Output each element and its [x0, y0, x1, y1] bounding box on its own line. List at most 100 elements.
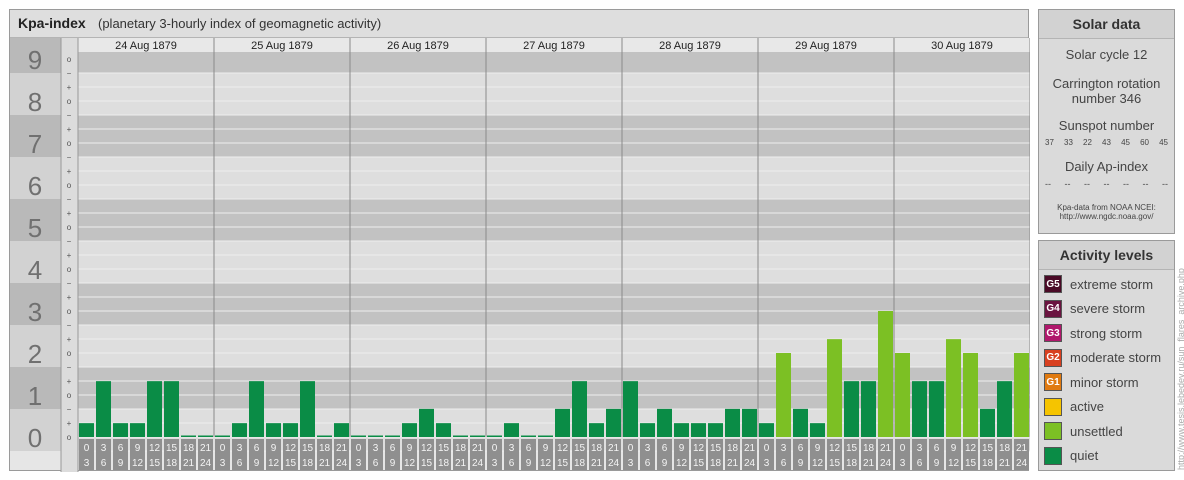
slot-label-end: 12 [948, 458, 960, 469]
slot-label-end: 15 [693, 458, 705, 469]
kp-bar [844, 381, 859, 437]
slot-label-end: 24 [744, 458, 756, 469]
ap-value: -- [1123, 179, 1129, 189]
slot-label-end: 12 [812, 458, 824, 469]
slot-label-end: 9 [118, 458, 124, 469]
slot-label-end: 6 [101, 458, 107, 469]
slot-label-end: 3 [900, 458, 906, 469]
slot-label-start: 18 [591, 443, 603, 454]
slot-label-end: 6 [509, 458, 515, 469]
slot-label-end: 21 [999, 458, 1011, 469]
activity-level-swatch [1044, 446, 1062, 465]
kp-bar [878, 311, 893, 437]
source-line1: Kpa-data from NOAA NCEI: [1057, 203, 1156, 212]
kp-bar [861, 381, 876, 437]
y-tick-label: 7 [28, 129, 42, 159]
kp-bar [810, 423, 825, 437]
slot-label-start: 15 [438, 443, 450, 454]
kp-bar [657, 408, 672, 437]
chart-title: Kpa-index [18, 15, 86, 31]
slot-label-start: 12 [421, 443, 433, 454]
slot-label-start: 21 [608, 443, 620, 454]
slot-label-start: 18 [319, 443, 331, 454]
slot-label-end: 12 [676, 458, 688, 469]
activity-level-swatch: G1 [1044, 373, 1062, 391]
slot-label-start: 15 [574, 443, 586, 454]
slot-label-end: 18 [846, 458, 858, 469]
kp-bar [283, 423, 298, 437]
slot-label-start: 18 [455, 443, 467, 454]
kp-bar [334, 423, 349, 437]
kp-bar [504, 423, 519, 437]
sunspot-label: Sunspot number [1058, 118, 1155, 133]
plot-band [78, 115, 1030, 157]
minor-tick-label: − [67, 153, 72, 162]
plot-band [78, 157, 1030, 199]
activity-levels-panel: Activity levels G5 extreme storm G4 severe … [1038, 240, 1175, 471]
slot-label-start: 15 [302, 443, 314, 454]
kp-bar [351, 435, 366, 437]
slot-label-start: 15 [846, 443, 858, 454]
minor-tick-label: o [67, 97, 72, 106]
activity-level-swatch: G2 [1044, 348, 1062, 367]
kp-bar [742, 408, 757, 437]
sunspot-value: 37 [1045, 138, 1054, 147]
kp-bar [793, 408, 808, 437]
activity-level-label: quiet [1070, 448, 1099, 463]
activity-level-swatch: G5 [1044, 275, 1062, 293]
sunspot-value: 45 [1159, 138, 1168, 147]
slot-label-end: 15 [965, 458, 977, 469]
slot-label-end: 9 [798, 458, 804, 469]
slot-label-end: 12 [540, 458, 552, 469]
source-link[interactable]: http://www.ngdc.noaa.gov/ [1039, 212, 1174, 221]
kp-bar [266, 423, 281, 437]
minor-tick-label: + [67, 377, 72, 386]
ap-value: -- [1064, 179, 1071, 189]
slot-label-end: 15 [421, 458, 433, 469]
slot-label-start: 21 [744, 443, 756, 454]
plot-band [78, 73, 1030, 115]
slot-label-start: 6 [662, 443, 668, 454]
solar-cycle: Solar cycle 12 [1065, 47, 1148, 62]
slot-label-start: 18 [999, 443, 1011, 454]
slot-label-start: 9 [271, 443, 277, 454]
day-label: 29 Aug 1879 [795, 40, 857, 52]
kp-bar [691, 423, 706, 437]
carrington-line2: number 346 [1071, 91, 1142, 106]
activity-levels-heading: Activity levels [1039, 241, 1174, 270]
plot-band [78, 199, 1030, 241]
kp-bar [215, 435, 230, 437]
kp-bar [980, 408, 995, 437]
slot-label-start: 12 [149, 443, 161, 454]
activity-level-swatch [1044, 397, 1062, 416]
activity-level-item: G4 severe storm [1044, 299, 1145, 319]
slot-label-start: 0 [492, 443, 498, 454]
kp-bar [453, 435, 468, 437]
minor-tick-label: o [67, 433, 72, 442]
kp-bar [895, 353, 910, 437]
kp-bar [912, 381, 927, 437]
activity-level-item: G3 strong storm [1044, 323, 1142, 343]
slot-label-start: 9 [135, 443, 141, 454]
slot-label-end: 21 [591, 458, 603, 469]
day-label: 30 Aug 1879 [931, 40, 993, 52]
slot-label-start: 6 [390, 443, 396, 454]
slot-label-start: 18 [727, 443, 739, 454]
minor-tick-label: o [67, 391, 72, 400]
minor-tick-label: − [67, 69, 72, 78]
minor-tick-label: + [67, 167, 72, 176]
kp-bar [521, 435, 536, 437]
kp-bar [997, 381, 1012, 437]
sunspot-value: 60 [1140, 138, 1149, 147]
y-tick-label: 6 [28, 171, 42, 201]
slot-label-start: 6 [798, 443, 804, 454]
slot-label-start: 9 [815, 443, 821, 454]
activity-level-item: unsettled [1044, 421, 1123, 441]
slot-label-start: 0 [764, 443, 770, 454]
activity-level-item: G1 minor storm [1044, 372, 1139, 392]
slot-label-end: 3 [492, 458, 498, 469]
activity-level-label: active [1070, 399, 1104, 414]
slot-label-end: 3 [628, 458, 634, 469]
kp-bar [487, 435, 502, 437]
kp-bar [538, 435, 553, 437]
